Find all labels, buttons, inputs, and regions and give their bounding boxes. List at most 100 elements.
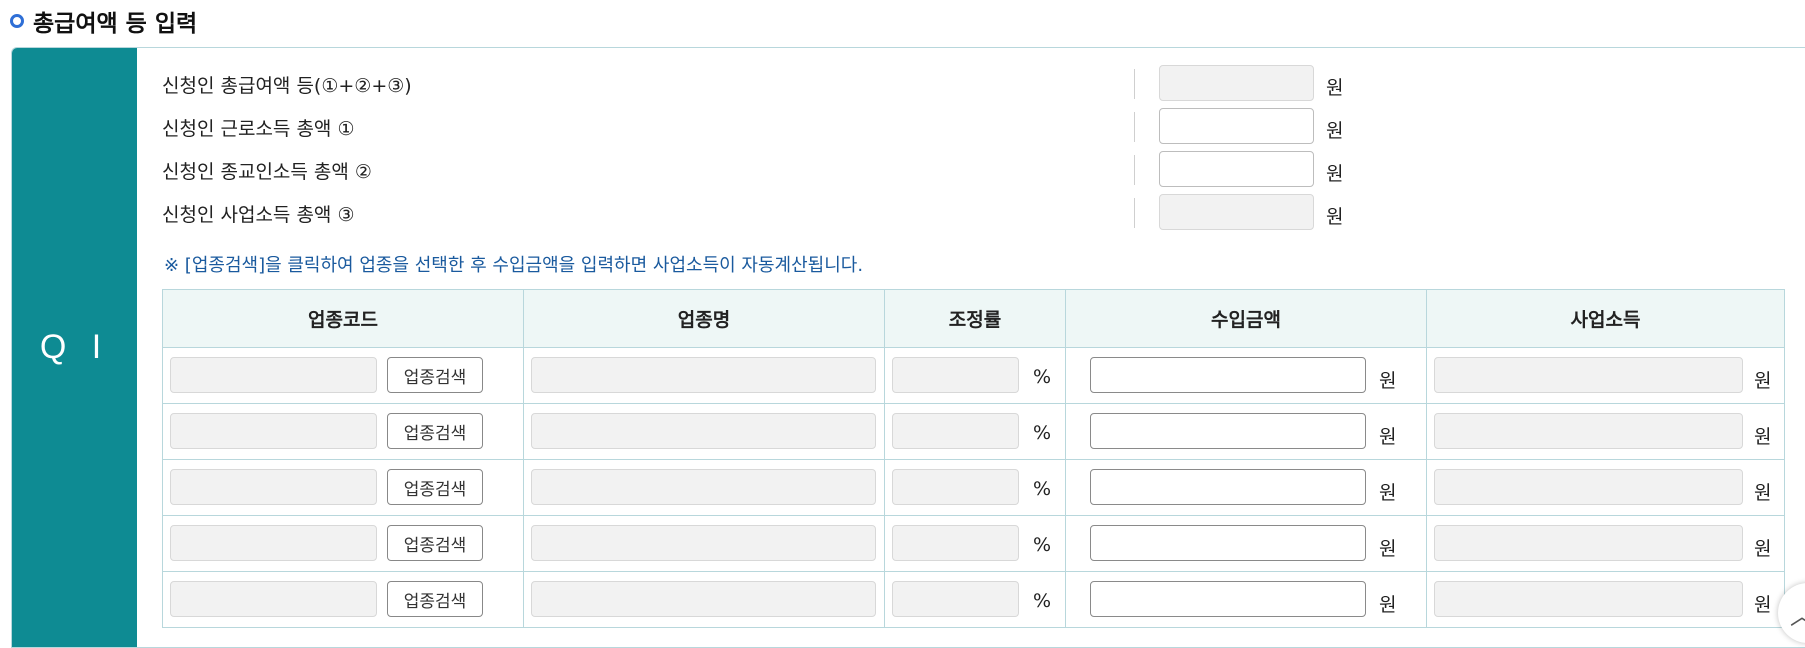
side-label: Q I xyxy=(12,48,137,647)
adjust-rate-field[interactable] xyxy=(892,357,1019,393)
won-unit: 원 xyxy=(1326,120,1344,142)
cell-industry-code: 업종검색 xyxy=(162,571,524,628)
divider xyxy=(1134,69,1135,99)
table-row: 업종검색 % 원 원 xyxy=(162,347,1785,404)
business-income-field[interactable] xyxy=(1434,581,1743,617)
cell-adjust-rate: % xyxy=(884,459,1066,516)
won-unit: 원 xyxy=(1379,594,1397,616)
business-income-total-field[interactable] xyxy=(1159,194,1314,230)
income-row-label: 신청인 근로소득 총액 ① xyxy=(162,118,355,140)
adjust-rate-field[interactable] xyxy=(892,581,1019,617)
percent-unit: % xyxy=(1033,534,1052,556)
cell-industry-code: 업종검색 xyxy=(162,459,524,516)
won-unit: 원 xyxy=(1754,538,1772,560)
section-header: 총급여액 등 입력 xyxy=(10,6,198,37)
won-unit: 원 xyxy=(1326,206,1344,228)
chevron-up-icon: ︿ xyxy=(1790,596,1805,631)
table-row: 업종검색 % 원 원 xyxy=(162,515,1785,572)
industry-code-field[interactable] xyxy=(170,525,377,561)
industry-search-button[interactable]: 업종검색 xyxy=(387,413,483,449)
industry-search-button[interactable]: 업종검색 xyxy=(387,357,483,393)
header-adjust-rate: 조정률 xyxy=(884,289,1066,348)
won-unit: 원 xyxy=(1754,370,1772,392)
won-unit: 원 xyxy=(1754,482,1772,504)
industry-code-field[interactable] xyxy=(170,581,377,617)
divider xyxy=(1134,155,1135,185)
revenue-input[interactable] xyxy=(1090,357,1366,393)
won-unit: 원 xyxy=(1379,426,1397,448)
cell-revenue: 원 xyxy=(1065,515,1427,572)
revenue-input[interactable] xyxy=(1090,525,1366,561)
industry-code-field[interactable] xyxy=(170,357,377,393)
industry-name-field[interactable] xyxy=(531,469,876,505)
industry-name-field[interactable] xyxy=(531,525,876,561)
table-row: 업종검색 % 원 원 xyxy=(162,571,1785,628)
section-title: 총급여액 등 입력 xyxy=(33,11,198,37)
won-unit: 원 xyxy=(1379,370,1397,392)
industry-code-field[interactable] xyxy=(170,413,377,449)
header-revenue: 수입금액 xyxy=(1065,289,1427,348)
income-row-religious: 신청인 종교인소득 총액 ② 원 xyxy=(162,149,1362,187)
industry-name-field[interactable] xyxy=(531,413,876,449)
industry-name-field[interactable] xyxy=(531,357,876,393)
percent-unit: % xyxy=(1033,422,1052,444)
cell-revenue: 원 xyxy=(1065,459,1427,516)
business-income-field[interactable] xyxy=(1434,469,1743,505)
circle-bullet-icon xyxy=(10,14,24,28)
adjust-rate-field[interactable] xyxy=(892,525,1019,561)
cell-industry-name xyxy=(523,403,885,460)
cell-industry-code: 업종검색 xyxy=(162,515,524,572)
revenue-input[interactable] xyxy=(1090,581,1366,617)
cell-adjust-rate: % xyxy=(884,347,1066,404)
income-row-business: 신청인 사업소득 총액 ③ 원 xyxy=(162,192,1362,230)
income-row-total: 신청인 총급여액 등(①+②+③) 원 xyxy=(162,63,1362,101)
revenue-input[interactable] xyxy=(1090,413,1366,449)
won-unit: 원 xyxy=(1326,77,1344,99)
business-income-field[interactable] xyxy=(1434,357,1743,393)
percent-unit: % xyxy=(1033,478,1052,500)
divider xyxy=(1134,198,1135,228)
table-row: 업종검색 % 원 원 xyxy=(162,403,1785,460)
adjust-rate-field[interactable] xyxy=(892,413,1019,449)
cell-industry-name xyxy=(523,347,885,404)
business-income-field[interactable] xyxy=(1434,413,1743,449)
header-business-income: 사업소득 xyxy=(1426,289,1785,348)
cell-revenue: 원 xyxy=(1065,347,1427,404)
revenue-input[interactable] xyxy=(1090,469,1366,505)
income-row-label: 신청인 사업소득 총액 ③ xyxy=(162,204,355,226)
industry-search-button[interactable]: 업종검색 xyxy=(387,469,483,505)
cell-revenue: 원 xyxy=(1065,571,1427,628)
won-unit: 원 xyxy=(1326,163,1344,185)
cell-industry-name xyxy=(523,571,885,628)
cell-adjust-rate: % xyxy=(884,403,1066,460)
cell-adjust-rate: % xyxy=(884,571,1066,628)
income-row-label: 신청인 총급여액 등(①+②+③) xyxy=(162,75,412,97)
industry-code-field[interactable] xyxy=(170,469,377,505)
cell-business-income: 원 xyxy=(1426,403,1785,460)
business-income-table: 업종코드 업종명 조정률 수입금액 사업소득 업종검색 % 원 원 업종검색 %… xyxy=(162,289,1785,628)
total-income-field[interactable] xyxy=(1159,65,1314,101)
cell-business-income: 원 xyxy=(1426,459,1785,516)
percent-unit: % xyxy=(1033,590,1052,612)
industry-search-button[interactable]: 업종검색 xyxy=(387,525,483,561)
header-industry-code: 업종코드 xyxy=(162,289,524,348)
won-unit: 원 xyxy=(1379,538,1397,560)
table-row: 업종검색 % 원 원 xyxy=(162,459,1785,516)
won-unit: 원 xyxy=(1754,426,1772,448)
auto-calc-notice: ※ [업종검색]을 클릭하여 업종을 선택한 후 수입금액을 입력하면 사업소득… xyxy=(164,255,864,276)
adjust-rate-field[interactable] xyxy=(892,469,1019,505)
cell-business-income: 원 xyxy=(1426,347,1785,404)
industry-name-field[interactable] xyxy=(531,581,876,617)
business-income-field[interactable] xyxy=(1434,525,1743,561)
religious-income-field[interactable] xyxy=(1159,151,1314,187)
cell-industry-name xyxy=(523,459,885,516)
cell-industry-code: 업종검색 xyxy=(162,347,524,404)
cell-adjust-rate: % xyxy=(884,515,1066,572)
industry-search-button[interactable]: 업종검색 xyxy=(387,581,483,617)
income-row-label: 신청인 종교인소득 총액 ② xyxy=(162,161,372,183)
earned-income-field[interactable] xyxy=(1159,108,1314,144)
won-unit: 원 xyxy=(1754,594,1772,616)
income-row-earned: 신청인 근로소득 총액 ① 원 xyxy=(162,106,1362,144)
cell-industry-name xyxy=(523,515,885,572)
divider xyxy=(1134,112,1135,142)
